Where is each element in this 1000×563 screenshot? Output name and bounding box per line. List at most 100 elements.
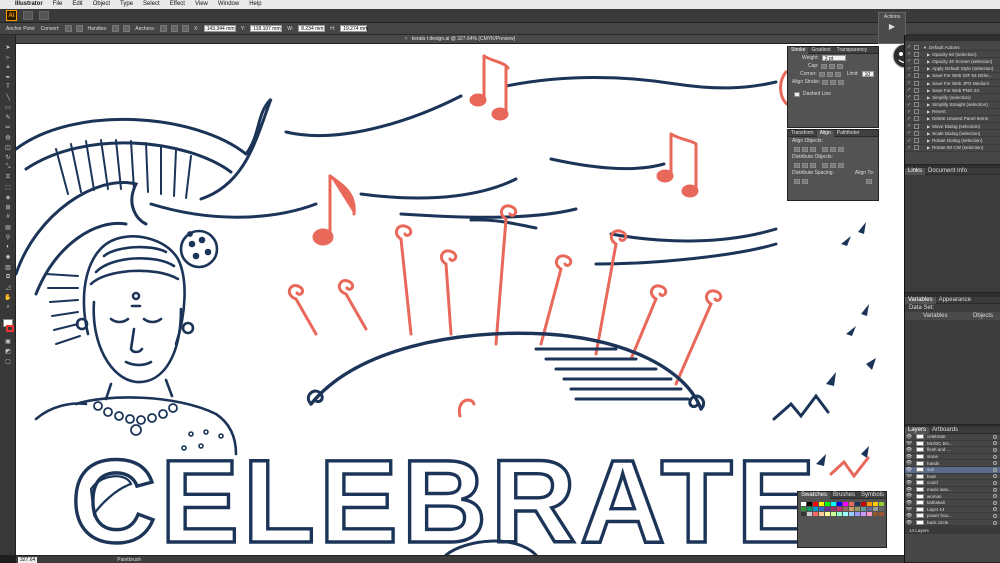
align-inside-icon[interactable] (830, 79, 837, 85)
color-swatch[interactable] (813, 512, 818, 516)
chevron-right-icon[interactable]: ▶ (927, 116, 930, 121)
layer-row[interactable]: 👁 woman (905, 493, 1000, 500)
square-cap-icon[interactable] (836, 63, 843, 69)
layer-row[interactable]: 👁 celebrate (905, 434, 1000, 441)
action-item[interactable]: ✓ ▶ Delete Unused Panel Items (905, 116, 1000, 124)
target-icon[interactable] (993, 447, 997, 452)
eye-icon[interactable]: 👁 (905, 500, 913, 506)
eye-icon[interactable]: 👁 (905, 474, 913, 480)
check-icon[interactable]: ✓ (907, 58, 913, 64)
eye-icon[interactable]: 👁 (905, 520, 913, 526)
direct-selection-tool-icon[interactable]: ▹ (3, 53, 13, 61)
eye-icon[interactable]: 👁 (905, 454, 913, 460)
space-vertical-icon[interactable] (794, 178, 800, 184)
check-icon[interactable]: ✓ (907, 44, 913, 50)
tab-gradient[interactable]: Gradient (808, 47, 833, 54)
color-swatch[interactable] (867, 512, 872, 516)
w-field[interactable]: 8.234 mm (298, 25, 326, 32)
eye-icon[interactable]: 👁 (905, 493, 913, 499)
tab-transform[interactable]: Transform (788, 130, 817, 137)
column-graph-tool-icon[interactable]: ▥ (3, 263, 13, 271)
chevron-right-icon[interactable]: ▶ (927, 145, 930, 150)
check-icon[interactable]: ✓ (907, 51, 913, 57)
eyedropper-tool-icon[interactable]: ⚲ (3, 233, 13, 241)
selection-tool-icon[interactable]: ➤ (3, 43, 13, 51)
show-handles-icon[interactable] (112, 25, 120, 32)
layer-row[interactable]: 👁 hands (905, 460, 1000, 467)
zoom-field[interactable]: 327.64 (18, 556, 38, 563)
eye-icon[interactable]: 👁 (905, 507, 913, 513)
check-icon[interactable]: ✓ (907, 102, 913, 108)
cut-path-icon[interactable] (182, 25, 190, 32)
chevron-right-icon[interactable]: ▶ (927, 66, 930, 71)
eye-icon[interactable]: 👁 (905, 487, 913, 493)
layer-row[interactable]: 👁 could (905, 480, 1000, 487)
hand-tool-icon[interactable]: ✋ (3, 293, 13, 301)
symbol-sprayer-tool-icon[interactable]: ✺ (3, 253, 13, 261)
color-swatch[interactable] (825, 512, 830, 516)
tab-pathfinder[interactable]: Pathfinder (834, 130, 863, 137)
dist-bottom-icon[interactable] (810, 162, 816, 168)
action-item[interactable]: ✓ ▶ Scale Dialog (selection) (905, 130, 1000, 138)
color-swatch[interactable] (879, 502, 884, 506)
remove-anchor-icon[interactable] (160, 25, 168, 32)
h-field[interactable]: 19.274 mm (340, 25, 368, 32)
round-join-icon[interactable] (826, 71, 833, 77)
color-swatch[interactable] (813, 502, 818, 506)
target-icon[interactable] (993, 461, 997, 466)
magic-wand-tool-icon[interactable]: ✶ (3, 63, 13, 71)
action-item[interactable]: ✓ ▶ Save For Web GIF 64 Dithe... (905, 73, 1000, 80)
color-swatch[interactable] (849, 502, 854, 506)
color-swatch[interactable] (867, 502, 872, 506)
artboard-canvas[interactable]: CELEBRATE (16, 44, 904, 555)
dialog-toggle-icon[interactable] (914, 44, 919, 50)
color-swatch[interactable] (807, 507, 812, 511)
free-transform-tool-icon[interactable]: ⬚ (3, 183, 13, 191)
align-to-icon[interactable] (866, 178, 872, 184)
action-item[interactable]: ✓ ▶ Simplify (selection) (905, 94, 1000, 102)
layer-row[interactable]: 👁 kathakali (905, 500, 1000, 507)
chevron-right-icon[interactable]: ▶ (927, 95, 930, 100)
color-swatch[interactable] (873, 512, 878, 516)
target-icon[interactable] (993, 487, 997, 492)
color-swatch[interactable] (825, 507, 830, 511)
align-outside-icon[interactable] (838, 79, 845, 85)
menu-select[interactable]: Select (138, 0, 165, 9)
action-item[interactable]: ✓ ▶ Apply Default Style (selection) (905, 66, 1000, 73)
action-item[interactable]: ✓ ▶ Revert (905, 109, 1000, 116)
tab-variables[interactable]: Variables (905, 296, 936, 304)
check-icon[interactable]: ✓ (907, 145, 913, 151)
tab-artboards[interactable]: Artboards (929, 427, 961, 434)
color-mode-icon[interactable]: ▣ (3, 337, 13, 345)
space-horizontal-icon[interactable] (802, 178, 808, 184)
drawing-mode-icon[interactable]: ◩ (3, 347, 13, 355)
menu-object[interactable]: Object (88, 0, 115, 9)
eye-icon[interactable]: 👁 (905, 513, 913, 519)
blob-brush-tool-icon[interactable]: ◍ (3, 133, 13, 141)
color-swatch[interactable] (819, 512, 824, 516)
dialog-toggle-icon[interactable] (914, 58, 919, 64)
align-center-icon[interactable] (822, 79, 829, 85)
layer-row[interactable]: 👁 stone (905, 454, 1000, 461)
eraser-tool-icon[interactable]: ◫ (3, 143, 13, 151)
bridge-icon[interactable] (23, 11, 33, 20)
color-swatch[interactable] (849, 512, 854, 516)
hide-handles-icon[interactable] (123, 25, 131, 32)
color-swatch[interactable] (855, 502, 860, 506)
color-swatch[interactable] (837, 512, 842, 516)
color-swatch[interactable] (825, 502, 830, 506)
action-item[interactable]: ✓ ▶ Move Dialog (selection) (905, 123, 1000, 131)
stroke-color-icon[interactable] (6, 325, 14, 332)
dist-right-icon[interactable] (838, 162, 844, 168)
menu-effect[interactable]: Effect (165, 0, 190, 9)
color-swatch[interactable] (837, 502, 842, 506)
target-icon[interactable] (993, 494, 997, 499)
convert-corner-icon[interactable] (75, 25, 83, 32)
color-swatch[interactable] (807, 502, 812, 506)
menu-view[interactable]: View (190, 0, 213, 9)
chevron-right-icon[interactable]: ▶ (927, 102, 930, 107)
paintbrush-tool-icon[interactable]: ✎ (3, 113, 13, 121)
color-swatch[interactable] (813, 507, 818, 511)
eye-icon[interactable]: 👁 (905, 434, 913, 440)
chevron-right-icon[interactable]: ▶ (927, 131, 930, 136)
